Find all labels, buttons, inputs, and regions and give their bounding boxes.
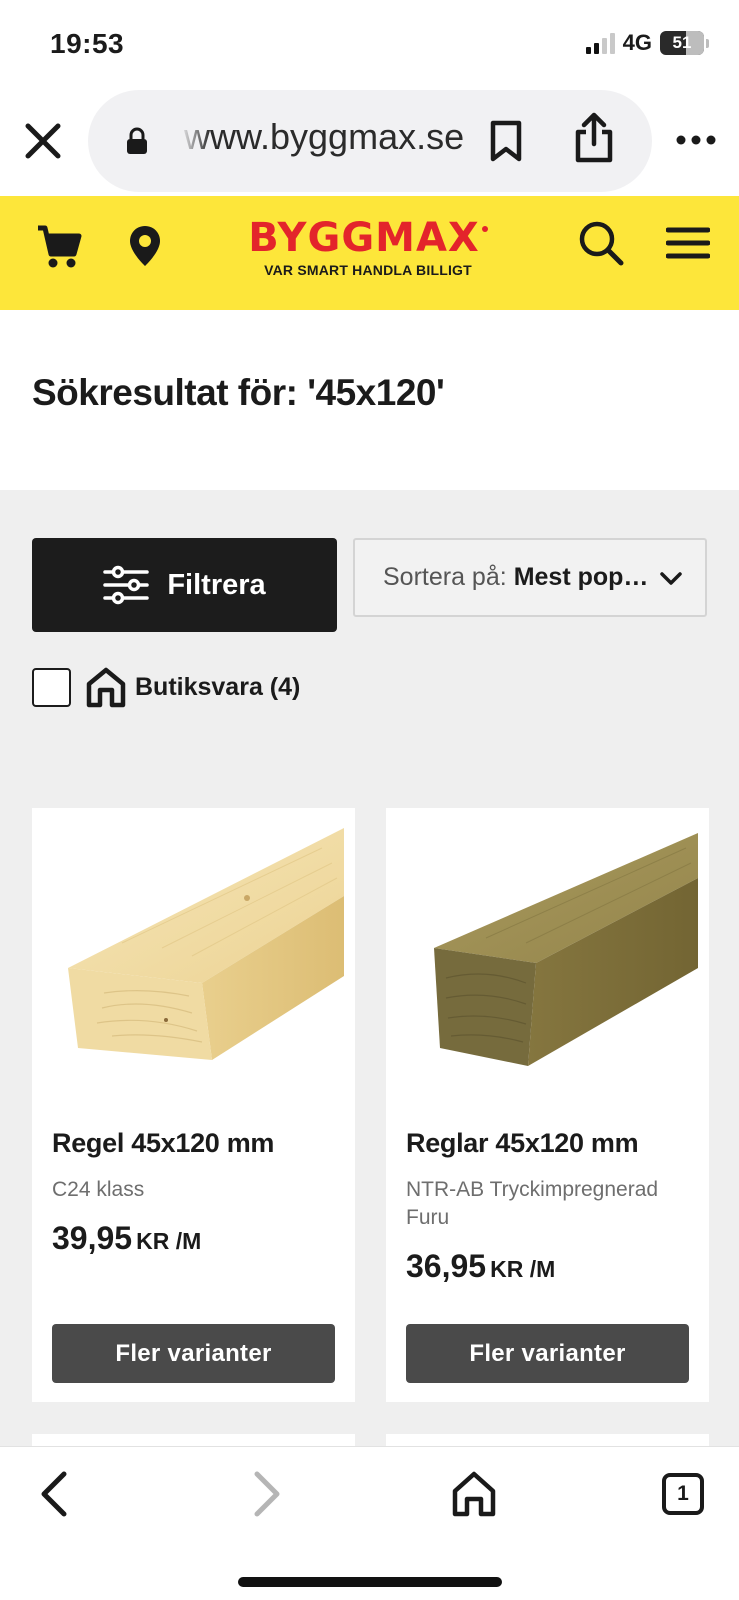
signal-icon	[585, 32, 615, 54]
status-time: 19:53	[50, 28, 125, 59]
product-card[interactable]: Reglar 45x120 mm NTR-AB Tryckimpregnerad…	[386, 808, 709, 1402]
hamburger-menu-icon[interactable]	[666, 226, 710, 260]
filter-label: Filtrera	[167, 568, 266, 601]
chevron-down-icon	[660, 572, 682, 585]
store-goods-checkbox[interactable]	[32, 667, 71, 707]
sort-value: Mest populära	[513, 563, 656, 591]
store-goods-filter[interactable]: Butiksvara (4)	[32, 665, 300, 709]
search-icon[interactable]	[578, 220, 624, 266]
cart-icon[interactable]	[36, 224, 82, 270]
product-title[interactable]: Regel 45x120 mm	[52, 1128, 274, 1159]
search-results: Filtrera Sortera på: Mest populära Butik…	[0, 490, 739, 1600]
address-bar[interactable]: www.byggmax.se	[88, 90, 652, 192]
home-icon[interactable]	[451, 1469, 497, 1519]
sort-dropdown[interactable]: Sortera på: Mest populära	[353, 538, 707, 617]
store-house-icon	[86, 667, 126, 708]
forward-arrow-icon[interactable]	[245, 1469, 285, 1519]
status-bar: 19:53 4G 51	[0, 0, 739, 90]
close-icon[interactable]	[22, 120, 64, 162]
bookmark-icon[interactable]	[488, 120, 524, 162]
store-goods-label: Butiksvara (4)	[135, 672, 301, 701]
tabs-icon[interactable]: 1	[662, 1473, 704, 1515]
browser-bottom-toolbar: 1	[0, 1446, 739, 1600]
product-subtitle: C24 klass	[52, 1178, 145, 1201]
search-title-area: Sökresultat för: '45x120'	[0, 310, 739, 490]
product-subtitle: NTR-AB Tryckimpregnerad Furu	[406, 1178, 659, 1229]
share-icon[interactable]	[573, 112, 615, 164]
sliders-icon	[103, 565, 150, 605]
price-unit: KR /M	[490, 1256, 556, 1282]
battery-level: 51	[672, 33, 692, 52]
price-unit: KR /M	[136, 1228, 202, 1254]
location-pin-icon[interactable]	[128, 224, 162, 268]
pressure-treated-wood-plank-image	[434, 833, 698, 1066]
filter-button[interactable]: Filtrera	[32, 538, 337, 632]
more-variants-button[interactable]: Fler varianter	[52, 1324, 335, 1383]
light-wood-plank-image	[68, 828, 344, 1060]
logo-tagline: VAR SMART HANDLA BILLIGT	[264, 262, 472, 278]
logo-wordmark: BYGGMAX	[248, 215, 480, 261]
lock-icon	[127, 127, 147, 154]
network-type: 4G	[622, 30, 652, 55]
status-indicators: 4G 51	[585, 30, 709, 56]
byggmax-logo[interactable]: BYGGMAX VAR SMART HANDLA BILLIGT	[228, 216, 508, 278]
battery-icon: 51	[660, 31, 704, 55]
browser-toolbar: www.byggmax.se	[0, 90, 739, 196]
product-price: 39,95 KR /M	[52, 1220, 201, 1257]
product-card[interactable]: Regel 45x120 mm C24 klass 39,95 KR /M Fle…	[32, 808, 355, 1402]
tab-count: 1	[677, 1482, 689, 1505]
more-variants-button[interactable]: Fler varianter	[406, 1324, 689, 1383]
site-header: BYGGMAX VAR SMART HANDLA BILLIGT	[0, 196, 739, 310]
more-icon[interactable]	[676, 130, 716, 150]
product-price: 36,95 KR /M	[406, 1248, 555, 1285]
back-arrow-icon[interactable]	[36, 1469, 76, 1519]
price-value: 39,95	[52, 1220, 133, 1256]
home-indicator	[238, 1577, 502, 1587]
price-value: 36,95	[406, 1248, 487, 1284]
sort-label: Sortera på:	[383, 563, 507, 591]
page-title: Sökresultat för: '45x120'	[32, 372, 445, 413]
product-title[interactable]: Reglar 45x120 mm	[406, 1128, 639, 1159]
